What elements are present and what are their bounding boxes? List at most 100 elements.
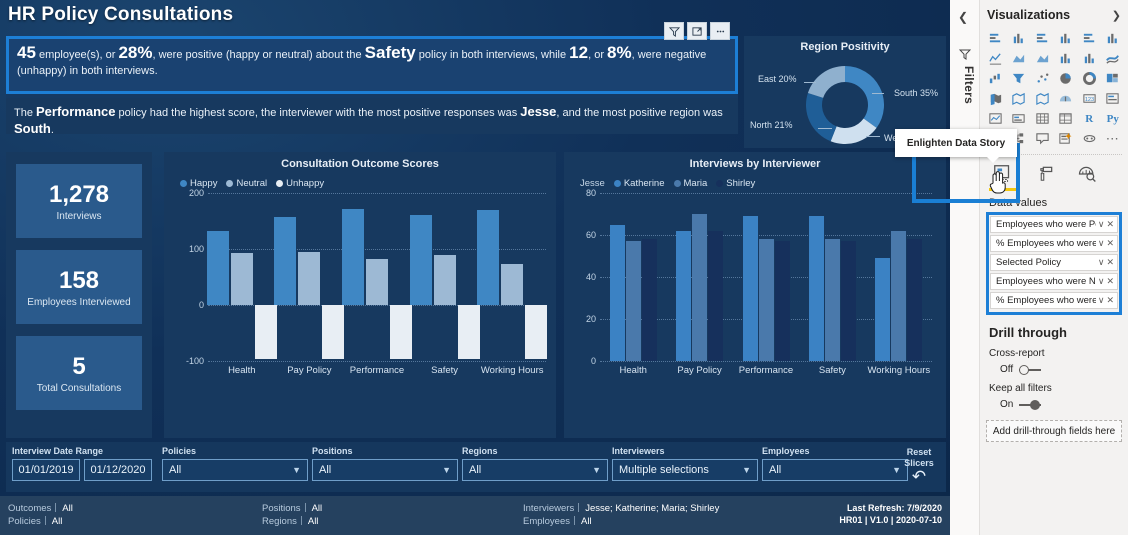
chevron-right-icon[interactable]: ❯	[1112, 9, 1121, 22]
field-well-item[interactable]: % Employees who were ∨ ✕	[990, 235, 1118, 252]
analytics-icon[interactable]	[1074, 161, 1100, 187]
pie-chart-icon[interactable]	[1055, 69, 1078, 88]
remove-field-icon[interactable]: ✕	[1106, 238, 1114, 249]
bar[interactable]	[824, 239, 840, 361]
slicer-policies[interactable]: Policies All ▼	[162, 446, 308, 481]
bar[interactable]	[692, 214, 708, 361]
chevron-left-icon[interactable]: ❮	[958, 10, 968, 24]
kpi-card[interactable]: 1,278 Interviews	[16, 164, 142, 238]
ribbon-chart-icon[interactable]	[1102, 49, 1125, 68]
bar[interactable]	[875, 258, 891, 361]
donut-slice[interactable]	[845, 66, 884, 128]
kpi-card[interactable]: 158 Employees Interviewed	[16, 250, 142, 324]
filled-map-icon[interactable]	[984, 89, 1007, 108]
map-icon[interactable]	[1008, 89, 1031, 108]
card-icon[interactable]: 123	[1078, 89, 1101, 108]
slicer-positions[interactable]: Positions All ▼	[312, 446, 458, 481]
slicer-interviewers[interactable]: Interviewers Multiple selections ▼	[612, 446, 758, 481]
visual-header-icons[interactable]	[664, 22, 730, 40]
field-well-item[interactable]: Employees who were N ∨ ✕	[990, 273, 1118, 290]
regions-dropdown[interactable]: All ▼	[462, 459, 608, 481]
clustered-column-chart-icon[interactable]	[1055, 29, 1078, 48]
remove-field-icon[interactable]: ✕	[1106, 219, 1114, 230]
remove-field-icon[interactable]: ✕	[1106, 295, 1114, 306]
bar[interactable]	[342, 208, 364, 305]
cross-report-toggle[interactable]	[1019, 364, 1042, 375]
keep-all-filters-toggle-row[interactable]: On	[1000, 399, 1128, 410]
bar[interactable]	[625, 241, 641, 361]
stacked-bar-chart-icon[interactable]	[984, 29, 1007, 48]
r-script-icon[interactable]: R	[1078, 109, 1101, 128]
stacked-column-chart-icon[interactable]	[1008, 29, 1031, 48]
donut-ring[interactable]	[806, 66, 884, 144]
bar[interactable]	[501, 264, 524, 305]
paginated-report-icon[interactable]	[1078, 129, 1101, 148]
bar[interactable]	[708, 230, 724, 361]
stacked-area-chart-icon[interactable]	[1031, 49, 1054, 68]
bar[interactable]	[298, 251, 321, 305]
area-chart-icon[interactable]	[1008, 49, 1031, 68]
bar[interactable]	[477, 209, 500, 305]
slicer-employees[interactable]: Employees All ▼	[762, 446, 908, 481]
hundred-percent-stacked-column-icon[interactable]	[1102, 29, 1125, 48]
policies-dropdown[interactable]: All ▼	[162, 459, 308, 481]
reset-slicers-button[interactable]: Reset Slicers ↶	[898, 447, 940, 485]
bar[interactable]	[230, 253, 253, 305]
bar[interactable]	[891, 230, 907, 361]
bar[interactable]	[808, 216, 824, 361]
smart-narrative-icon[interactable]	[1055, 129, 1078, 148]
bar[interactable]	[676, 230, 692, 361]
bar[interactable]	[254, 305, 277, 359]
bar[interactable]	[322, 305, 345, 359]
multi-row-card-icon[interactable]	[1102, 89, 1125, 108]
slicer-icon[interactable]	[1008, 109, 1031, 128]
field-well-item[interactable]: Employees who were Po ∨ ✕	[990, 216, 1118, 233]
funnel-chart-icon[interactable]	[1008, 69, 1031, 88]
bar[interactable]	[525, 305, 548, 359]
bar[interactable]	[409, 215, 432, 305]
line-clustered-column-icon[interactable]	[1078, 49, 1101, 68]
legend-item[interactable]: Unhappy	[276, 178, 324, 189]
filter-icon[interactable]	[664, 22, 684, 40]
scatter-chart-icon[interactable]	[1031, 69, 1054, 88]
qa-icon[interactable]	[1031, 129, 1054, 148]
waterfall-chart-icon[interactable]	[984, 69, 1007, 88]
table-icon[interactable]	[1031, 109, 1054, 128]
gauge-icon[interactable]	[1055, 89, 1078, 108]
interviewers-dropdown[interactable]: Multiple selections ▼	[612, 459, 758, 481]
more-visuals-icon[interactable]: ⋯	[1102, 129, 1125, 148]
bar[interactable]	[774, 241, 790, 361]
matrix-icon[interactable]	[1055, 109, 1078, 128]
kpi-icon[interactable]	[984, 109, 1007, 128]
positions-dropdown[interactable]: All ▼	[312, 459, 458, 481]
chart-legend[interactable]: Jesse Katherine Maria Shirley	[564, 170, 946, 189]
format-icon[interactable]	[1032, 161, 1058, 187]
bar[interactable]	[742, 216, 758, 361]
bar[interactable]	[457, 305, 480, 359]
remove-field-icon[interactable]: ✕	[1106, 276, 1114, 287]
bar[interactable]	[641, 239, 657, 361]
kpi-card[interactable]: 5 Total Consultations	[16, 336, 142, 410]
chevron-down-icon[interactable]: ∨	[1098, 295, 1105, 306]
field-well-item[interactable]: Selected Policy ∨ ✕	[990, 254, 1118, 271]
bar[interactable]	[390, 305, 412, 359]
data-values-field-well[interactable]: Employees who were Po ∨ ✕ % Employees who w…	[986, 212, 1122, 315]
date-from-input[interactable]: 01/01/2019	[12, 459, 80, 481]
shape-map-icon[interactable]	[1031, 89, 1054, 108]
bar[interactable]	[366, 259, 388, 305]
line-stacked-column-icon[interactable]	[1055, 49, 1078, 68]
legend-item[interactable]: Shirley	[716, 178, 755, 189]
focus-mode-icon[interactable]	[687, 22, 707, 40]
drill-through-dropzone[interactable]: Add drill-through fields here	[986, 420, 1122, 442]
field-well-item[interactable]: % Employees who were ∨ ✕	[990, 292, 1118, 309]
bar[interactable]	[907, 239, 923, 361]
clustered-bar-chart-icon[interactable]	[1031, 29, 1054, 48]
hundred-percent-stacked-bar-icon[interactable]	[1078, 29, 1101, 48]
treemap-icon[interactable]	[1102, 69, 1125, 88]
employees-dropdown[interactable]: All ▼	[762, 459, 908, 481]
donut-chart-icon[interactable]	[1078, 69, 1101, 88]
chart-plot-area[interactable]: 200 100 0 -100	[186, 188, 548, 366]
chevron-down-icon[interactable]: ∨	[1098, 238, 1105, 249]
remove-field-icon[interactable]: ✕	[1106, 257, 1114, 268]
bar[interactable]	[840, 241, 856, 361]
